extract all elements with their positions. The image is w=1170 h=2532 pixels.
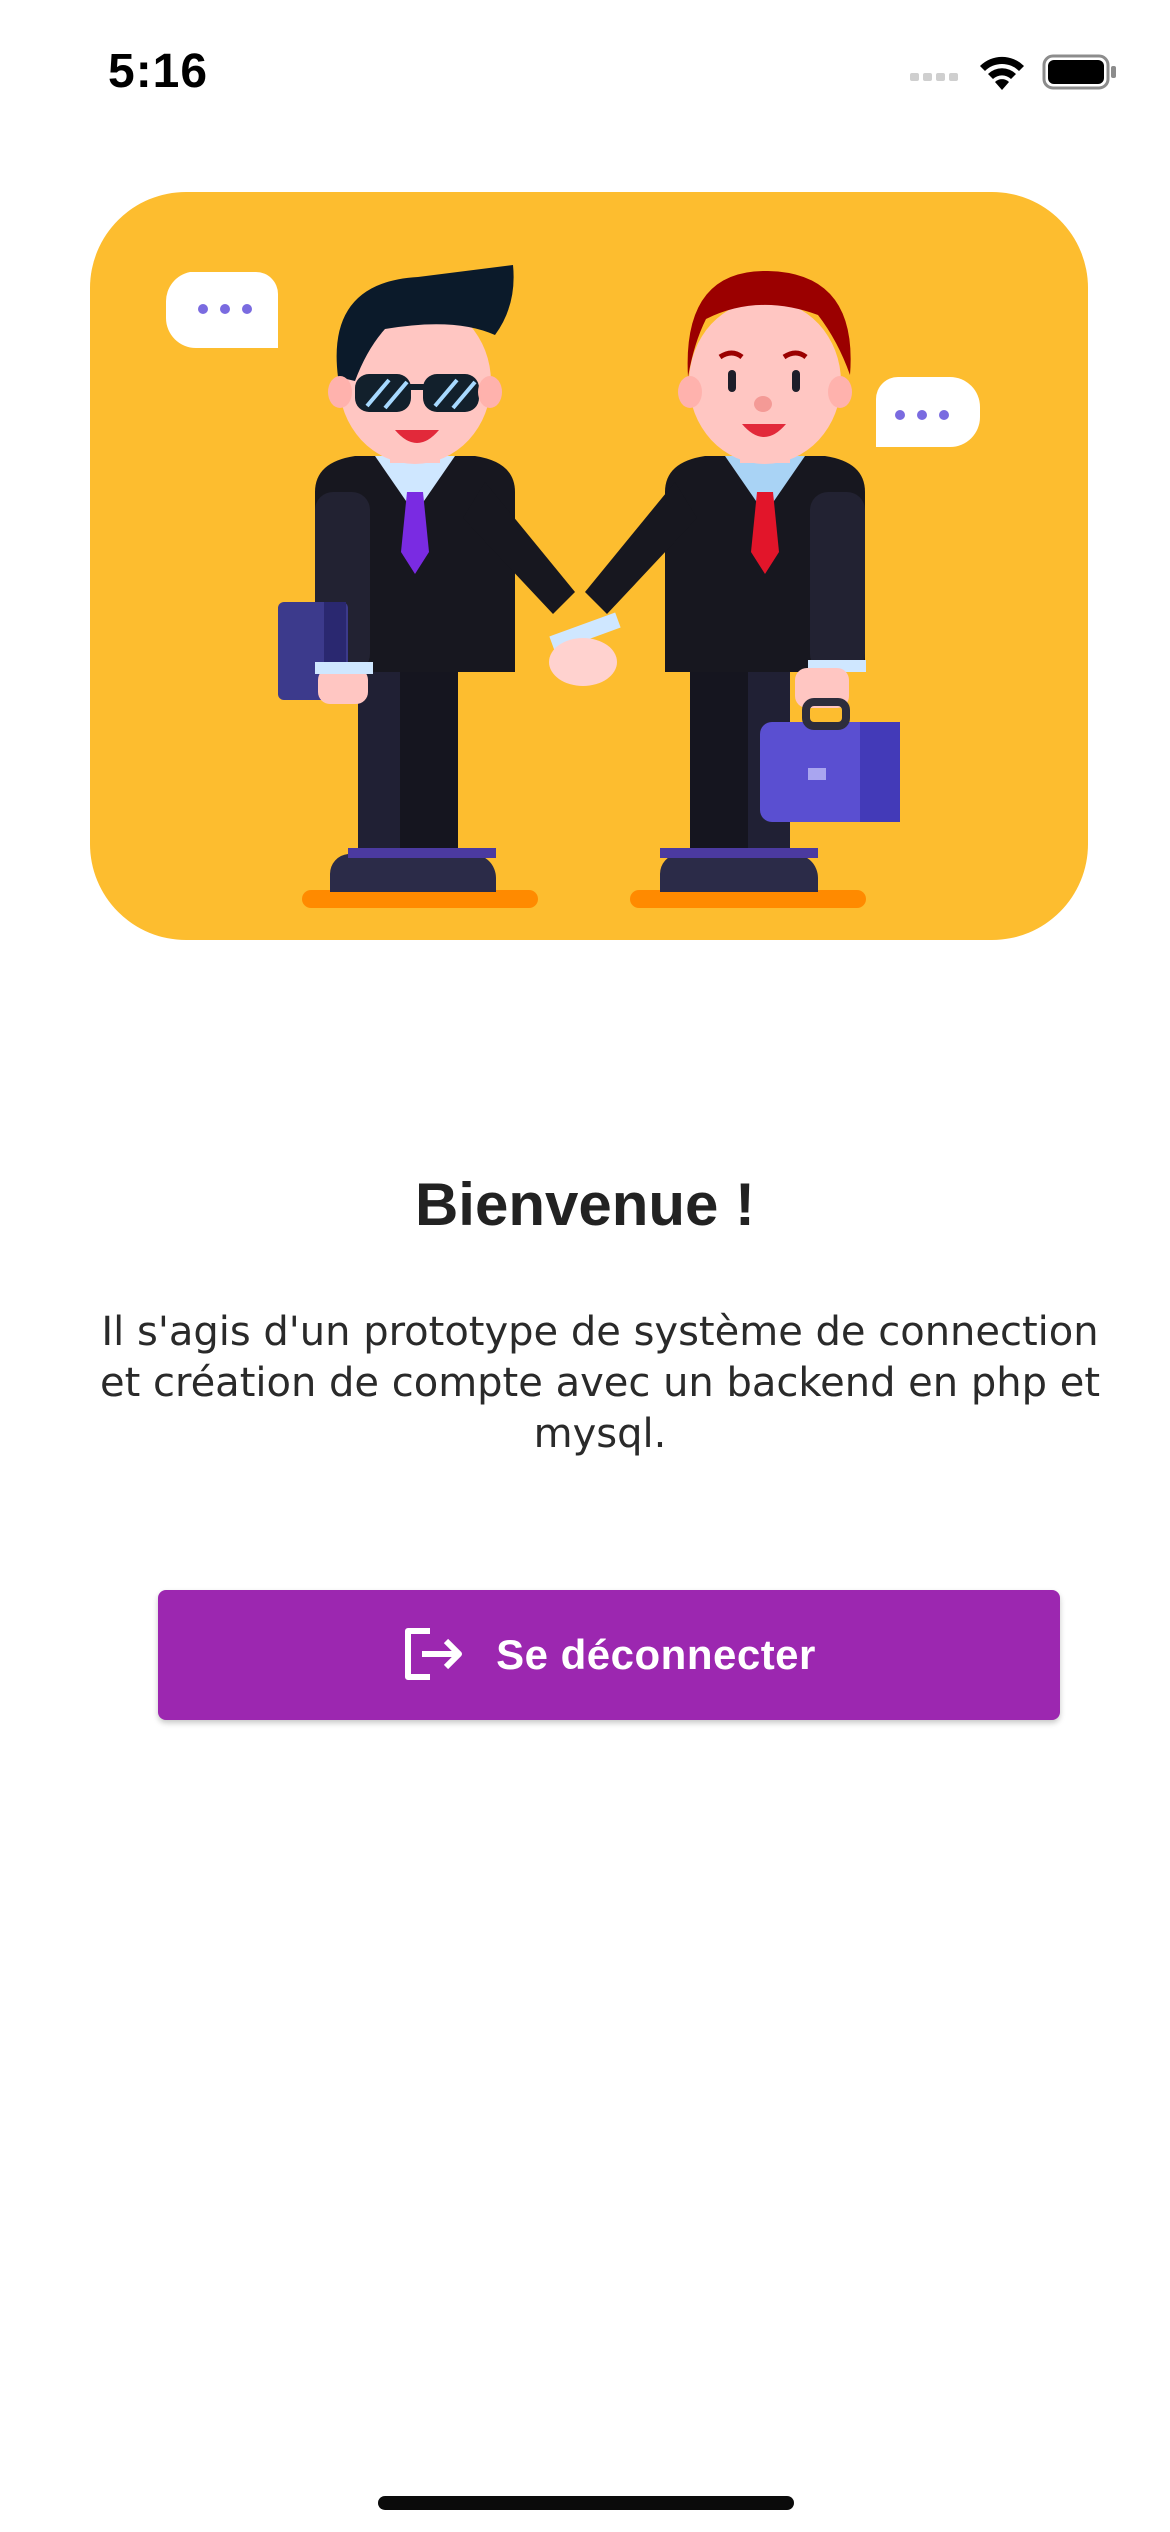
businessman-right — [585, 270, 900, 892]
logout-icon — [402, 1625, 466, 1686]
status-bar: 5:16 — [0, 0, 1170, 150]
welcome-description: Il s'agis d'un prototype de système de c… — [100, 1309, 1100, 1457]
cellular-signal-icon — [908, 62, 962, 87]
handshake-illustration — [165, 265, 980, 908]
handshake — [549, 612, 621, 686]
home-indicator[interactable] — [378, 2496, 794, 2510]
hero-illustration — [90, 192, 1088, 940]
businessman-left — [278, 265, 575, 892]
logout-button[interactable]: Se déconnecter — [158, 1590, 1060, 1720]
speech-bubble-right-icon — [876, 377, 980, 447]
wifi-icon — [976, 52, 1028, 97]
battery-icon — [1042, 53, 1118, 96]
welcome-title: Bienvenue ! — [414, 1171, 756, 1238]
logout-button-label: Se déconnecter — [496, 1631, 816, 1678]
speech-bubble-left-icon — [165, 272, 278, 348]
status-time: 5:16 — [108, 45, 209, 98]
status-icons — [908, 52, 1118, 96]
